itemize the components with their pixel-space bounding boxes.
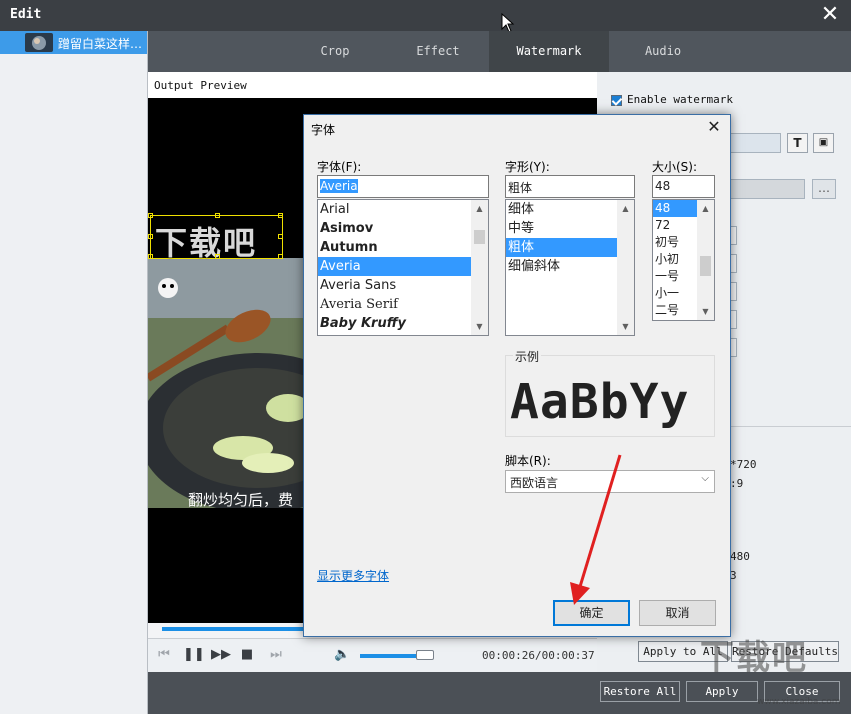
volume-icon[interactable]: 🔈 xyxy=(334,647,350,663)
font-list[interactable]: Arial Asimov Autumn Averia Averia Sans A… xyxy=(317,199,489,336)
font-input[interactable]: Averia xyxy=(317,175,489,198)
enable-watermark-checkbox[interactable] xyxy=(611,95,622,106)
font-list-item[interactable]: Autumn xyxy=(318,238,488,257)
scroll-down-icon[interactable]: ▼ xyxy=(697,303,714,320)
scroll-down-icon[interactable]: ▼ xyxy=(471,318,488,335)
tab-watermark[interactable]: Watermark xyxy=(489,31,609,72)
cancel-button[interactable]: 取消 xyxy=(639,600,716,626)
title-bar: Edit ✕ xyxy=(0,0,851,33)
file-name: 蹭留白菜这样… xyxy=(58,37,143,51)
font-list-item[interactable]: Baby Kruffy xyxy=(318,314,488,333)
size-input[interactable]: 48 xyxy=(652,175,715,198)
watermark-text-input[interactable] xyxy=(727,133,781,153)
chevron-down-icon: ⌵ xyxy=(701,473,709,484)
next-icon[interactable]: ⏭ xyxy=(268,647,284,663)
font-settings-button[interactable]: T xyxy=(787,133,808,153)
font-input-value: Averia xyxy=(320,179,358,193)
style-list-item[interactable]: 中等 xyxy=(506,219,634,238)
tab-effect[interactable]: Effect xyxy=(387,31,489,72)
playback-controls: ⏮ ❚❚ ▶▶ ■ ⏭ 🔈 00:00:26/00:00:37 xyxy=(148,638,597,672)
time-display: 00:00:26/00:00:37 xyxy=(482,649,595,662)
sample-text: AaBbYy xyxy=(510,374,690,430)
restore-all-button[interactable]: Restore All xyxy=(600,681,680,702)
watermark-text: 下载吧 xyxy=(155,224,258,262)
text-color-button[interactable]: ▣ xyxy=(813,133,834,153)
style-input[interactable]: 粗体 xyxy=(505,175,635,198)
apply-button[interactable]: Apply xyxy=(686,681,758,702)
watermark-bounding-box[interactable]: 下载吧 xyxy=(148,213,283,262)
previous-icon[interactable]: ⏮ xyxy=(156,647,172,663)
fast-forward-icon[interactable]: ▶▶ xyxy=(211,647,231,663)
font-list-item[interactable]: Arial xyxy=(318,200,488,219)
site-watermark-url: www.xiazaiba.com xyxy=(757,697,841,707)
window-title: Edit xyxy=(10,7,42,22)
source-resolution: 480 xyxy=(730,550,750,563)
site-watermark-logo: 下载吧 xyxy=(700,638,808,678)
video-frame-image xyxy=(148,258,305,508)
style-list-scrollbar[interactable]: ▲ ▼ xyxy=(617,200,634,335)
style-list-item[interactable]: 细偏斜体 xyxy=(506,257,634,276)
enable-watermark-label: Enable watermark xyxy=(627,93,733,106)
style-list-item[interactable]: 细体 xyxy=(506,200,634,219)
font-list-item[interactable]: Averia Sans xyxy=(318,276,488,295)
style-list-item[interactable]: 粗体 xyxy=(506,238,617,257)
seek-progress xyxy=(162,627,304,631)
red-arrow-annotation-icon xyxy=(570,454,622,605)
output-preview-label: Output Preview xyxy=(154,79,247,92)
font-dialog: 字体 ✕ 字体(F): Averia Arial Asimov Autumn A… xyxy=(303,114,731,637)
dialog-close-icon[interactable]: ✕ xyxy=(704,117,724,137)
file-thumbnail xyxy=(25,33,53,52)
watermark-image-path-input[interactable] xyxy=(727,179,805,199)
scroll-up-icon[interactable]: ▲ xyxy=(617,200,634,217)
scroll-thumb[interactable] xyxy=(700,256,711,276)
show-more-fonts-link[interactable]: 显示更多字体 xyxy=(317,567,389,584)
scroll-down-icon[interactable]: ▼ xyxy=(617,318,634,335)
size-list[interactable]: 48 72 初号 小初 一号 小一 二号 ▲ ▼ xyxy=(652,199,715,321)
font-list-item[interactable]: Averia Serif xyxy=(318,295,488,314)
mouse-cursor-icon xyxy=(501,13,515,33)
tab-crop[interactable]: Crop xyxy=(283,31,387,72)
sample-label: 示例 xyxy=(513,348,542,365)
window-close-button[interactable]: ✕ xyxy=(819,3,841,27)
font-list-item[interactable]: Averia xyxy=(318,257,488,276)
style-list[interactable]: 细体 中等 粗体 细偏斜体 ▲ ▼ xyxy=(505,199,635,336)
style-label: 字形(Y): xyxy=(505,160,550,174)
size-list-item[interactable]: 48 xyxy=(653,200,697,217)
browse-image-button[interactable]: … xyxy=(812,179,836,199)
output-aspect-ratio: :9 xyxy=(730,477,744,490)
tab-bar: Crop Effect Watermark Audio xyxy=(148,31,851,72)
font-label: 字体(F): xyxy=(317,160,362,174)
video-subtitle: 翻炒均匀后，费 xyxy=(188,491,294,509)
file-list-panel: 蹭留白菜这样… xyxy=(0,31,148,714)
font-list-item[interactable]: Asimov xyxy=(318,219,488,238)
scroll-up-icon[interactable]: ▲ xyxy=(471,200,488,217)
size-list-scrollbar[interactable]: ▲ ▼ xyxy=(697,200,714,320)
sample-preview-group: 示例 AaBbYy xyxy=(505,348,715,437)
scroll-up-icon[interactable]: ▲ xyxy=(697,200,714,217)
pause-icon[interactable]: ❚❚ xyxy=(183,647,205,663)
tab-audio[interactable]: Audio xyxy=(609,31,717,72)
volume-slider-handle[interactable] xyxy=(416,650,434,660)
dialog-title: 字体 xyxy=(311,123,336,137)
script-select-value: 西欧语言 xyxy=(510,476,559,490)
size-label: 大小(S): xyxy=(652,160,698,174)
output-resolution: *720 xyxy=(730,458,757,471)
scroll-thumb[interactable] xyxy=(474,230,485,244)
stop-icon[interactable]: ■ xyxy=(239,647,255,663)
script-label: 脚本(R): xyxy=(505,454,551,468)
file-list-item[interactable]: 蹭留白菜这样… xyxy=(0,31,147,54)
font-list-scrollbar[interactable]: ▲ ▼ xyxy=(471,200,488,335)
